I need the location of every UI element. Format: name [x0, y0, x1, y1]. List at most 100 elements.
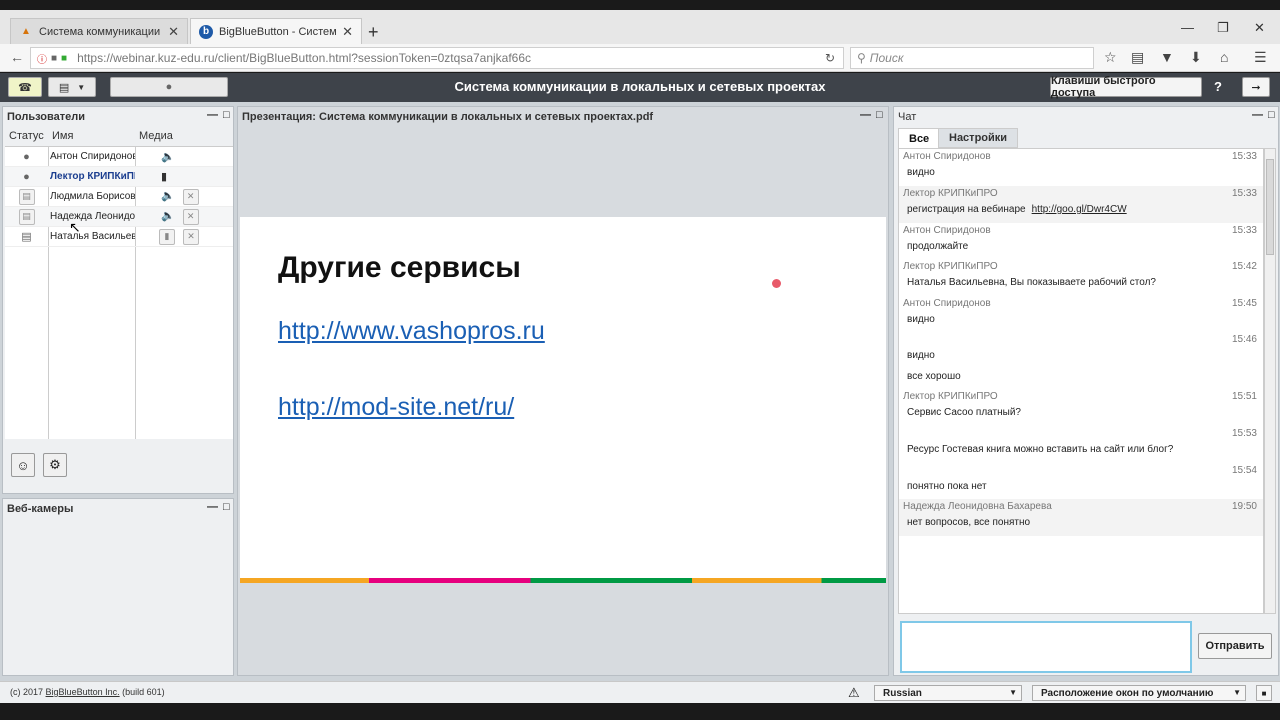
info-icon[interactable]: ⓘ [37, 51, 47, 66]
browser-tab-2[interactable]: b BigBlueButton - Система ... ✕ [190, 18, 362, 44]
new-tab-icon[interactable]: + [368, 22, 379, 43]
microphone-icon[interactable]: ▮ [159, 228, 175, 245]
maximize-icon[interactable]: □ [876, 109, 883, 121]
lock-icon: ■ [51, 52, 58, 64]
settings-button[interactable]: ⚙ [43, 453, 67, 477]
message-time: 15:45 [1231, 298, 1257, 309]
restore-icon[interactable]: ❐ [1217, 20, 1229, 36]
logout-button[interactable]: ➞ [1242, 77, 1270, 97]
slide-link[interactable]: http://www.vashopros.ru [278, 317, 545, 346]
home-icon[interactable]: ⌂ [1220, 49, 1228, 65]
user-name: Надежда Леонидов [50, 211, 135, 222]
user-row[interactable]: ▤ Надежда Леонидов 🔈 ✕ [5, 207, 233, 227]
presenter-pointer [772, 279, 781, 288]
kick-icon[interactable]: ✕ [183, 228, 199, 245]
slide-link[interactable]: http://mod-site.net/ru/ [278, 393, 514, 422]
message-sender: Лектор КРИПКиПРО [903, 188, 998, 199]
language-value: Russian [883, 687, 922, 699]
emoji-status-button[interactable]: ☺ [11, 453, 35, 477]
send-button[interactable]: Отправить [1198, 633, 1272, 659]
message-time: 15:51 [1231, 391, 1257, 402]
scrollbar-thumb[interactable] [1266, 159, 1274, 255]
maximize-icon[interactable]: □ [1268, 109, 1275, 121]
close-icon[interactable]: ✕ [342, 24, 353, 40]
chevron-down-icon: ▼ [1009, 688, 1017, 697]
minimize-icon[interactable]: — [1252, 109, 1263, 121]
message-text-body: регистрация на вебинаре [907, 204, 1026, 215]
message-sender: Антон Спиридонов [903, 298, 991, 309]
webcams-panel-header: Веб-камеры — □ [3, 499, 233, 519]
back-arrow-icon[interactable]: ← [10, 49, 24, 65]
permission-icon[interactable]: ■ [61, 53, 67, 64]
share-screen-button[interactable]: ▤ ▼ [48, 77, 96, 97]
tab-all[interactable]: Все [898, 128, 941, 148]
message-link[interactable]: http://goo.gl/Dwr4CW [1032, 204, 1127, 215]
panel-title: Веб-камеры [7, 503, 74, 515]
download-icon[interactable]: ⬇ [1190, 49, 1202, 66]
speaker-icon[interactable]: 🔈 [161, 189, 175, 205]
maximize-icon[interactable]: □ [223, 501, 230, 513]
chat-message-input[interactable] [900, 621, 1192, 673]
warning-icon[interactable]: ⚠ [848, 685, 860, 701]
flame-icon: ▲ [21, 26, 31, 37]
column-media[interactable]: Медиа [135, 127, 177, 146]
microphone-icon[interactable]: ▮ [161, 170, 167, 183]
menu-icon[interactable]: ☰ [1254, 49, 1267, 66]
message-sender [903, 465, 1259, 479]
resize-grip-icon[interactable]: ■ [1256, 685, 1272, 701]
chevron-down-icon: ▼ [1233, 688, 1241, 697]
speaker-icon[interactable]: 🔈 [161, 209, 175, 225]
message-sender: Лектор КРИПКиПРО [903, 261, 998, 272]
pocket-icon[interactable]: ▼ [1160, 49, 1174, 65]
kick-icon[interactable]: ✕ [182, 208, 199, 225]
users-panel-header: Пользователи — □ [3, 107, 233, 127]
speaker-icon[interactable]: 🔈 [161, 150, 175, 163]
reading-list-icon[interactable]: ▤ [1131, 49, 1144, 66]
layout-select[interactable]: Расположение окон по умолчанию ▼ [1032, 685, 1246, 701]
minimize-icon[interactable]: — [207, 109, 218, 121]
search-placeholder: Поиск [869, 51, 904, 65]
close-icon[interactable]: ✕ [168, 24, 179, 40]
minimize-icon[interactable]: — [207, 501, 218, 513]
presenter-icon[interactable]: ▤ [18, 208, 35, 225]
help-button[interactable]: ? [1214, 79, 1222, 94]
user-name: Лектор КРИПКиПРО [50, 171, 135, 182]
user-icon: ● [23, 150, 30, 163]
mouse-cursor-icon: ↖ [69, 219, 81, 235]
column-name[interactable]: Имя [48, 127, 135, 146]
message-text: видно [907, 167, 935, 178]
tab-settings[interactable]: Настройки [938, 128, 1019, 148]
copyright-link[interactable]: BigBlueButton Inc. [46, 687, 120, 697]
conference-title: Система коммуникации в локальных и сетев… [454, 79, 826, 94]
user-row[interactable]: ● Лектор КРИПКиПРО ▮ [5, 167, 233, 187]
search-input[interactable]: ⚲ Поиск [850, 47, 1094, 69]
chat-log[interactable]: Антон Спиридонов 15:33 видно Лектор КРИП… [898, 148, 1264, 614]
message-text: Сервис Сасоо платный? [907, 407, 1021, 418]
browser-tab-1[interactable]: ▲ Система коммуникации ... ✕ [10, 18, 188, 44]
window-close-icon[interactable]: ✕ [1254, 20, 1265, 36]
user-row[interactable]: ▤ Наталья Васильевн ▮ ✕ [5, 227, 233, 247]
minimize-icon[interactable]: — [860, 109, 871, 121]
user-row[interactable]: ● Антон Спиридонов 🔈 [5, 147, 233, 167]
b-icon: b [199, 24, 213, 39]
presenter-icon[interactable]: ▤ [18, 188, 35, 205]
maximize-icon[interactable]: □ [223, 109, 230, 121]
shortcuts-button[interactable]: Клавиши быстрого доступа [1050, 75, 1202, 99]
slide-stripe [240, 578, 886, 583]
headset-button[interactable]: ☎ [8, 77, 42, 97]
language-select[interactable]: Russian ▼ [874, 685, 1022, 701]
reload-icon[interactable]: ↻ [825, 51, 835, 65]
message-sender [903, 334, 1259, 348]
chat-scrollbar[interactable] [1264, 148, 1276, 614]
user-row[interactable]: ▤ Людмила Борисовн 🔈 ✕ [5, 187, 233, 207]
message-text: регистрация на вебинаре http://goo.gl/Dwr… [903, 204, 1259, 215]
star-icon[interactable]: ☆ [1104, 49, 1117, 66]
screen-icon: ▤ [58, 81, 70, 94]
column-status[interactable]: Статус [5, 127, 48, 146]
app-toolbar: ☎ ▤ ▼ ● Система коммуникации в локальных… [0, 73, 1280, 102]
kick-icon[interactable]: ✕ [182, 188, 199, 205]
user-icon: ● [23, 170, 30, 183]
minimize-icon[interactable]: — [1181, 20, 1194, 35]
presentation-slide[interactable]: Другие сервисы http://www.vashopros.ru h… [240, 217, 886, 583]
url-bar[interactable]: ⓘ ■ ■ https://webinar.kuz-edu.ru/client/… [30, 47, 844, 69]
